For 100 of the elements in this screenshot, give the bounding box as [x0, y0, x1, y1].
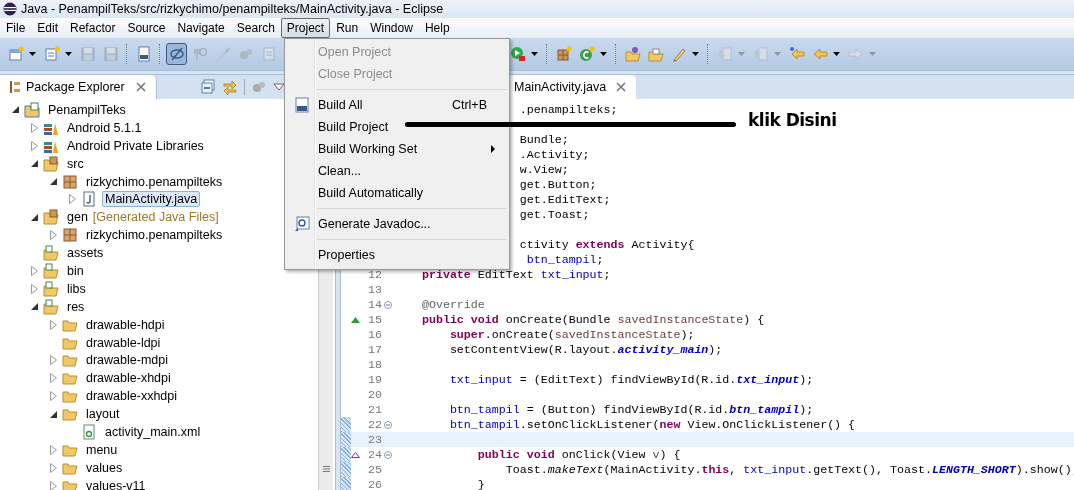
collapsed-arrow-icon[interactable] [50, 230, 57, 241]
collapsed-arrow-icon[interactable] [31, 283, 38, 294]
collapse-fold-icon[interactable] [384, 420, 392, 429]
menu-heading[interactable]: Help [418, 18, 456, 38]
menu-entry[interactable]: Build All Ctrl+B [285, 94, 509, 116]
menu-entry[interactable]: Generate Javadoc... [285, 213, 509, 235]
collapse-fold-icon[interactable] [384, 300, 392, 309]
open-folder-icon [647, 46, 664, 62]
collapse-fold-icon[interactable] [384, 450, 392, 459]
collapsed-arrow-icon[interactable] [50, 444, 57, 455]
close-icon[interactable] [135, 82, 146, 92]
collapsed-arrow-icon[interactable] [69, 194, 76, 205]
eclipse-icon [3, 2, 17, 16]
close-icon[interactable] [616, 82, 627, 92]
menu-heading[interactable]: Edit [31, 18, 65, 38]
binary-file-icon [294, 97, 309, 113]
menu-entry[interactable]: Build Working Set [285, 138, 509, 160]
last-edit-icon [788, 46, 805, 62]
tree-item[interactable]: assets [64, 245, 107, 262]
line-number: 14 [367, 298, 382, 311]
grip-icon[interactable] [322, 466, 330, 472]
tree-item[interactable]: drawable-hdpi [83, 316, 168, 333]
menu-entry[interactable]: Clean... [285, 160, 509, 182]
tree-item[interactable]: values [83, 459, 126, 476]
annotation-label: klik Disini [748, 110, 837, 130]
resource-folder-icon [43, 298, 59, 315]
expanded-arrow-icon[interactable] [31, 160, 38, 168]
dropdown-caret-icon[interactable] [65, 52, 72, 56]
tree-item[interactable]: bin [64, 262, 87, 279]
tree-item[interactable]: Android Private Libraries [64, 137, 207, 154]
line-number: 23 [367, 433, 382, 446]
dropdown-caret-icon[interactable] [692, 52, 699, 56]
dropdown-caret-icon[interactable] [833, 52, 840, 56]
tree-item[interactable]: menu [83, 441, 121, 458]
tree-item[interactable]: PenampilTeks [45, 101, 129, 118]
tree-item[interactable]: drawable-xxhdpi [83, 388, 181, 405]
code-line: @Override [420, 298, 485, 311]
tree-item[interactable]: libs [64, 280, 89, 297]
code-line: get.Button; [519, 178, 597, 191]
tree-item[interactable]: drawable-mdpi [83, 352, 171, 369]
expanded-arrow-icon[interactable] [31, 303, 38, 311]
tree-item[interactable]: src [64, 155, 87, 172]
expanded-arrow-icon[interactable] [50, 178, 57, 185]
tree-item[interactable]: gen [64, 209, 91, 226]
code-line: w.View; [519, 163, 569, 176]
collapsed-arrow-icon[interactable] [31, 140, 38, 151]
collapse-all-icon[interactable] [200, 79, 216, 95]
expanded-arrow-icon[interactable] [31, 213, 38, 221]
collapsed-arrow-icon[interactable] [31, 265, 38, 276]
menu-entry[interactable]: Build Project [285, 116, 509, 138]
menu-heading[interactable]: Navigate [171, 18, 231, 38]
tree-item[interactable]: values-v11 [83, 477, 149, 490]
next-annotation-icon [716, 46, 733, 62]
new-class-icon [578, 46, 595, 62]
tree-item[interactable]: drawable-xhdpi [83, 370, 174, 387]
expanded-arrow-icon[interactable] [12, 106, 19, 114]
folder-icon [62, 388, 78, 405]
tree-item[interactable]: Android 5.1.1 [64, 119, 145, 136]
folder-icon [62, 370, 78, 387]
tree-item[interactable]: activity_main.xml [102, 423, 204, 440]
menu-heading[interactable]: Run [330, 18, 365, 38]
code-line: .penampilteks; [519, 103, 618, 116]
link-arrows-icon[interactable] [222, 79, 238, 95]
dropdown-caret-icon[interactable] [531, 52, 538, 56]
tree-item[interactable]: drawable-ldpi [83, 334, 164, 351]
collapsed-arrow-icon[interactable] [50, 373, 57, 384]
tree-item[interactable]: rizkychimo.penampilteks [83, 227, 226, 244]
menu-heading[interactable]: Source [121, 18, 172, 38]
code-line: get.EditText; [519, 193, 611, 206]
menu-heading[interactable]: Refactor [64, 18, 122, 38]
folder-icon [62, 352, 78, 369]
view-tab[interactable]: Package Explorer [0, 75, 157, 99]
javadoc-icon [293, 216, 310, 232]
collapsed-arrow-icon[interactable] [50, 319, 57, 330]
tree-item[interactable]: layout [83, 406, 123, 423]
tree-item[interactable]: MainActivity.java [102, 191, 201, 208]
collapsed-arrow-icon[interactable] [31, 122, 38, 133]
menu-heading[interactable]: Project [280, 18, 331, 38]
tree-item-decoration: [Generated Java Files] [92, 210, 219, 225]
window-title: Java - PenampilTeks/src/rizkychimo/penampilteks/MainActivity.java - Eclipse [21, 2, 444, 16]
expanded-arrow-icon[interactable] [50, 410, 57, 418]
dropdown-caret-icon[interactable] [29, 52, 36, 56]
collapsed-arrow-icon[interactable] [50, 355, 57, 366]
menu-heading[interactable]: File [0, 18, 32, 38]
menu-heading[interactable]: Search [230, 18, 281, 38]
collapsed-arrow-icon[interactable] [50, 462, 57, 473]
view-menu-icon[interactable] [273, 83, 285, 91]
menu-entry[interactable]: Properties [285, 244, 509, 266]
dropdown-caret-icon[interactable] [600, 52, 607, 56]
tree-item[interactable]: rizkychimo.penampilteks [83, 173, 226, 190]
menu-entry[interactable]: Build Automatically [285, 182, 509, 204]
toolbar-button[interactable] [166, 43, 187, 65]
code-line: setContentView(R.layout.activity_main); [448, 343, 723, 356]
line-number: 18 [367, 358, 382, 371]
menu-heading[interactable]: Window [364, 18, 419, 38]
line-number: 20 [367, 388, 382, 401]
collapsed-arrow-icon[interactable] [50, 480, 57, 490]
tree-item[interactable]: res [64, 298, 88, 315]
collapsed-arrow-icon[interactable] [50, 391, 57, 402]
code-line: btn_tampil = (Button) findViewById(R.id.btn_tampil); [448, 403, 814, 416]
